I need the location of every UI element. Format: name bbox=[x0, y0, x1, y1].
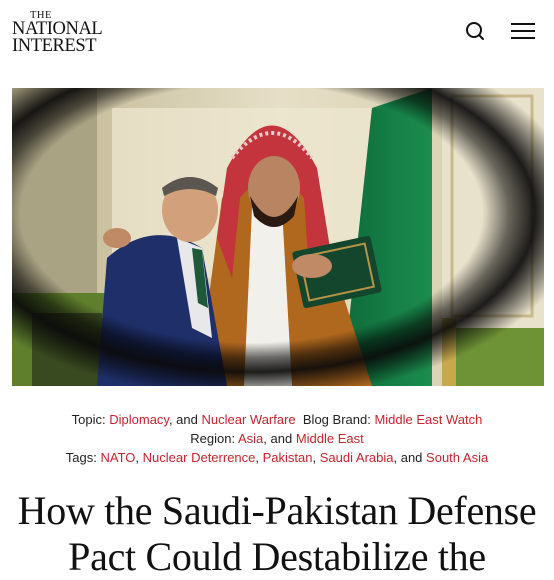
tag-comma: , bbox=[312, 450, 317, 465]
hamburger-menu-icon bbox=[511, 23, 535, 39]
region-separator: , and bbox=[263, 431, 293, 446]
tag-link-nato[interactable]: NATO bbox=[101, 450, 136, 465]
tag-link-nuclear-deterrence[interactable]: Nuclear Deterrence bbox=[143, 450, 256, 465]
blog-brand-label: Blog Brand: bbox=[302, 412, 371, 427]
site-header: THE NATIONAL INTEREST bbox=[0, 0, 554, 72]
article-title-line-2: Pact Could Destabilize the bbox=[68, 534, 486, 579]
blog-brand-link[interactable]: Middle East Watch bbox=[374, 412, 482, 427]
tag-comma: , bbox=[255, 450, 260, 465]
meta-line-topic: Topic: Diplomacy, and Nuclear Warfare Bl… bbox=[0, 410, 554, 429]
article-title: How the Saudi-Pakistan Defense Pact Coul… bbox=[0, 488, 554, 580]
site-logo[interactable]: THE NATIONAL INTEREST bbox=[12, 10, 108, 56]
topic-label: Topic: bbox=[71, 412, 106, 427]
meta-line-tags: Tags: NATO, Nuclear Deterrence, Pakistan… bbox=[0, 448, 554, 467]
search-button[interactable] bbox=[463, 19, 487, 43]
tag-separator: , and bbox=[393, 450, 423, 465]
region-link-asia[interactable]: Asia bbox=[238, 431, 263, 446]
logo-line-interest: INTEREST bbox=[12, 36, 97, 56]
tag-link-south-asia[interactable]: South Asia bbox=[426, 450, 488, 465]
tag-comma: , bbox=[135, 450, 140, 465]
article-meta: Topic: Diplomacy, and Nuclear Warfare Bl… bbox=[0, 410, 554, 467]
menu-button[interactable] bbox=[510, 20, 536, 42]
region-link-middle-east[interactable]: Middle East bbox=[296, 431, 364, 446]
tags-label: Tags: bbox=[65, 450, 97, 465]
article-title-line-1: How the Saudi-Pakistan Defense bbox=[17, 488, 537, 533]
tag-link-saudi-arabia[interactable]: Saudi Arabia bbox=[320, 450, 394, 465]
hero-photo bbox=[12, 88, 544, 386]
region-label: Region: bbox=[190, 431, 236, 446]
topic-link-diplomacy[interactable]: Diplomacy bbox=[109, 412, 169, 427]
topic-link-nuclear-warfare[interactable]: Nuclear Warfare bbox=[202, 412, 296, 427]
hero-image bbox=[12, 88, 544, 386]
topic-separator: , and bbox=[168, 412, 198, 427]
tag-link-pakistan[interactable]: Pakistan bbox=[263, 450, 313, 465]
search-icon bbox=[466, 22, 484, 40]
meta-line-region: Region: Asia, and Middle East bbox=[0, 429, 554, 448]
